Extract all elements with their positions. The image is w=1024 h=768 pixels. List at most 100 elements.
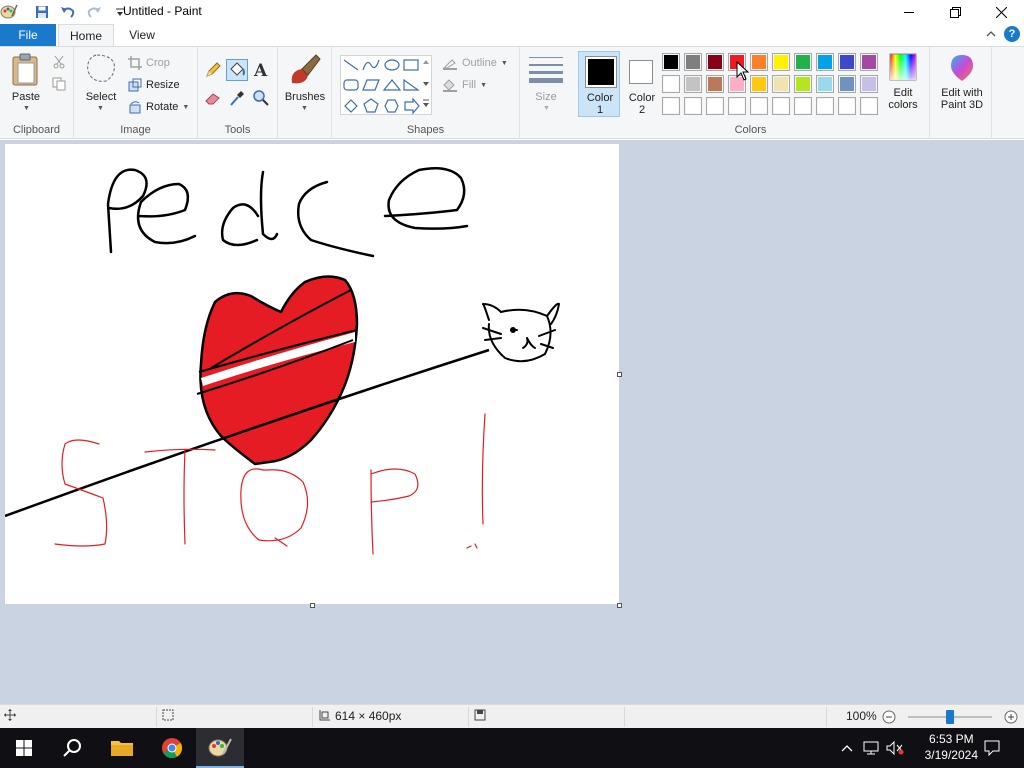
paste-button[interactable]: Paste ▼ [10, 53, 44, 113]
palette-swatch-fill [818, 55, 832, 69]
zoom-out-button[interactable] [882, 710, 896, 724]
palette-swatch[interactable] [816, 53, 834, 71]
paint-app-icon[interactable] [0, 2, 18, 20]
palette-swatch[interactable] [684, 53, 702, 71]
canvas-resize-handle-corner[interactable] [617, 603, 622, 608]
start-button[interactable] [0, 728, 48, 768]
palette-swatch[interactable] [772, 75, 790, 93]
palette-swatch[interactable] [838, 75, 856, 93]
network-button[interactable] [860, 728, 882, 768]
rotate-button[interactable]: Rotate ▼ [128, 98, 189, 116]
palette-swatch[interactable] [794, 53, 812, 71]
search-icon [63, 739, 81, 757]
palette-swatch[interactable] [860, 97, 878, 115]
palette-swatch[interactable] [772, 53, 790, 71]
restore-button[interactable] [932, 0, 978, 24]
palette-swatch[interactable] [838, 53, 856, 71]
volume-button[interactable] [884, 728, 906, 768]
crop-button[interactable]: Crop [128, 54, 170, 72]
canvas-resize-handle-right[interactable] [617, 372, 622, 377]
eraser-tool[interactable] [204, 89, 224, 109]
palette-swatch-fill [840, 99, 854, 113]
color2-button[interactable]: Color 2 [620, 51, 662, 117]
fill-tool[interactable] [226, 59, 248, 81]
palette-swatch[interactable] [750, 97, 768, 115]
palette-swatch[interactable] [860, 75, 878, 93]
color2-label-line2: 2 [638, 104, 646, 116]
tab-file[interactable]: File [0, 24, 56, 46]
palette-swatch[interactable] [794, 75, 812, 93]
statusbar-divider [624, 707, 625, 727]
palette-swatch[interactable] [816, 97, 834, 115]
folder-icon [111, 741, 133, 756]
palette-swatch[interactable] [728, 97, 746, 115]
undo-icon[interactable] [58, 3, 78, 21]
palette-swatch[interactable] [860, 53, 878, 71]
size-label: Size [535, 91, 557, 103]
notifications-button[interactable] [976, 728, 1008, 768]
pencil-tool[interactable] [204, 61, 224, 81]
palette-swatch[interactable] [794, 97, 812, 115]
palette-swatch[interactable] [662, 75, 680, 93]
help-icon[interactable]: ? [1004, 26, 1020, 42]
copy-icon[interactable] [52, 77, 66, 94]
taskbar-file-explorer[interactable] [98, 728, 146, 768]
cut-icon[interactable] [52, 55, 66, 72]
edit-colors-button[interactable]: Edit colors [882, 53, 924, 115]
text-tool-icon[interactable]: A [254, 61, 267, 81]
window-controls [886, 0, 1024, 24]
size-button[interactable]: Size ▼ [526, 53, 566, 115]
tab-view[interactable]: View [116, 24, 168, 46]
palette-swatch[interactable] [706, 53, 724, 71]
palette-swatch[interactable] [772, 97, 790, 115]
palette-swatch-fill [708, 55, 722, 69]
tab-home[interactable]: Home [58, 24, 114, 47]
palette-swatch[interactable] [684, 97, 702, 115]
palette-swatch[interactable] [662, 53, 680, 71]
paint3d-group: Edit with Paint 3D [930, 47, 992, 139]
color1-button[interactable]: Color 1 [578, 51, 620, 117]
close-button[interactable] [978, 0, 1024, 24]
fill-dropdown-icon: ▼ [480, 81, 487, 89]
statusbar-divider [468, 707, 469, 727]
resize-button[interactable]: Resize [128, 76, 180, 94]
minimize-button[interactable] [886, 0, 932, 24]
collapse-ribbon-icon[interactable] [984, 27, 998, 41]
palette-swatch[interactable] [838, 97, 856, 115]
taskbar-chrome[interactable] [148, 728, 196, 768]
outline-button[interactable]: Outline ▼ [442, 54, 508, 72]
brushes-button[interactable]: Brushes ▼ [284, 53, 326, 115]
fill-button[interactable]: Fill ▼ [442, 76, 487, 94]
redo-icon[interactable] [84, 3, 104, 21]
palette-swatch-fill [774, 55, 788, 69]
edit-with-paint3d-button[interactable]: Edit with Paint 3D [934, 53, 990, 115]
show-hidden-icons-button[interactable] [838, 728, 856, 768]
palette-swatch-fill [708, 77, 722, 91]
save-icon[interactable] [32, 3, 52, 21]
color-picker-tool[interactable] [228, 89, 248, 109]
canvas-size-readout: 614 × 460px [318, 709, 401, 723]
palette-swatch[interactable] [706, 97, 724, 115]
color2-label-line1: Color [628, 92, 656, 104]
taskbar-paint[interactable] [196, 728, 244, 768]
palette-swatch[interactable] [750, 53, 768, 71]
palette-swatch[interactable] [662, 97, 680, 115]
taskbar-clock[interactable]: 6:53 PM 3/19/2024 [925, 731, 978, 763]
zoom-level: 100% [846, 709, 877, 723]
canvas-resize-handle-bottom[interactable] [310, 603, 315, 608]
palette-swatch-fill [774, 99, 788, 113]
zoom-in-button[interactable] [1004, 710, 1018, 724]
palette-swatch[interactable] [816, 75, 834, 93]
palette-swatch[interactable] [750, 75, 768, 93]
palette-swatch[interactable] [706, 75, 724, 93]
search-button[interactable] [48, 728, 96, 768]
canvas-workspace[interactable] [0, 140, 1024, 704]
select-dropdown-icon: ▼ [97, 105, 104, 112]
palette-swatch[interactable] [684, 75, 702, 93]
select-button[interactable]: Select ▼ [82, 53, 120, 115]
drawing-canvas[interactable] [5, 144, 619, 604]
palette-swatch-fill [862, 55, 876, 69]
zoom-slider-thumb[interactable] [946, 710, 954, 724]
paste-label: Paste [11, 91, 41, 103]
magnifier-tool[interactable] [252, 89, 272, 109]
